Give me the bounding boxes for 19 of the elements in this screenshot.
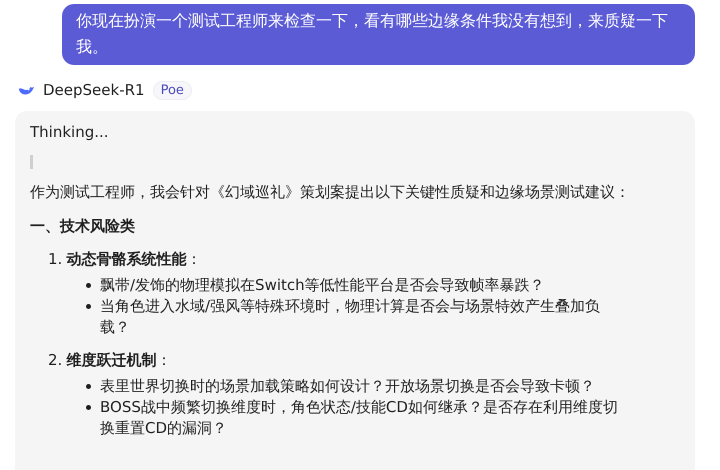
item-title: 动态骨骼系统性能：	[66, 249, 202, 270]
user-message: 你现在扮演一个测试工程师来检查一下，看有哪些边缘条件我没有想到，来质疑一下我。	[62, 4, 695, 65]
section-heading: 一、技术风险类	[30, 216, 136, 237]
thinking-label: Thinking...	[30, 122, 110, 143]
bullet-text: 当角色进入水域/强风等特殊环境时，物理计算是否会与场景特效产生叠加负载？	[100, 296, 602, 338]
bot-name: DeepSeek-R1	[43, 81, 145, 99]
bullet-text: BOSS战中频繁切换维度时，角色状态/技能CD如何继承？是否存在利用维度切换重置CD的漏洞？	[100, 397, 619, 439]
platform-badge: Poe	[152, 80, 192, 100]
bullet-text: 表里世界切换时的场景加载策略如何设计？开放场景切换是否会导致卡顿？	[100, 376, 596, 397]
list-number: 1.	[48, 249, 62, 270]
bullet-icon	[86, 304, 91, 309]
quote-bar	[30, 155, 33, 169]
bullet-icon	[86, 384, 91, 389]
item-title: 维度跃迁机制：	[66, 350, 172, 371]
bullet-icon	[86, 405, 91, 410]
intro-text: 作为测试工程师，我会针对《幻域巡礼》策划案提出以下关键性质疑和边缘场景测试建议：	[30, 182, 631, 203]
list-number: 2.	[48, 350, 62, 371]
bullet-text: 飘带/发饰的物理模拟在Switch等低性能平台是否会导致帧率暴跌？	[100, 275, 546, 296]
bullet-icon	[86, 283, 91, 288]
